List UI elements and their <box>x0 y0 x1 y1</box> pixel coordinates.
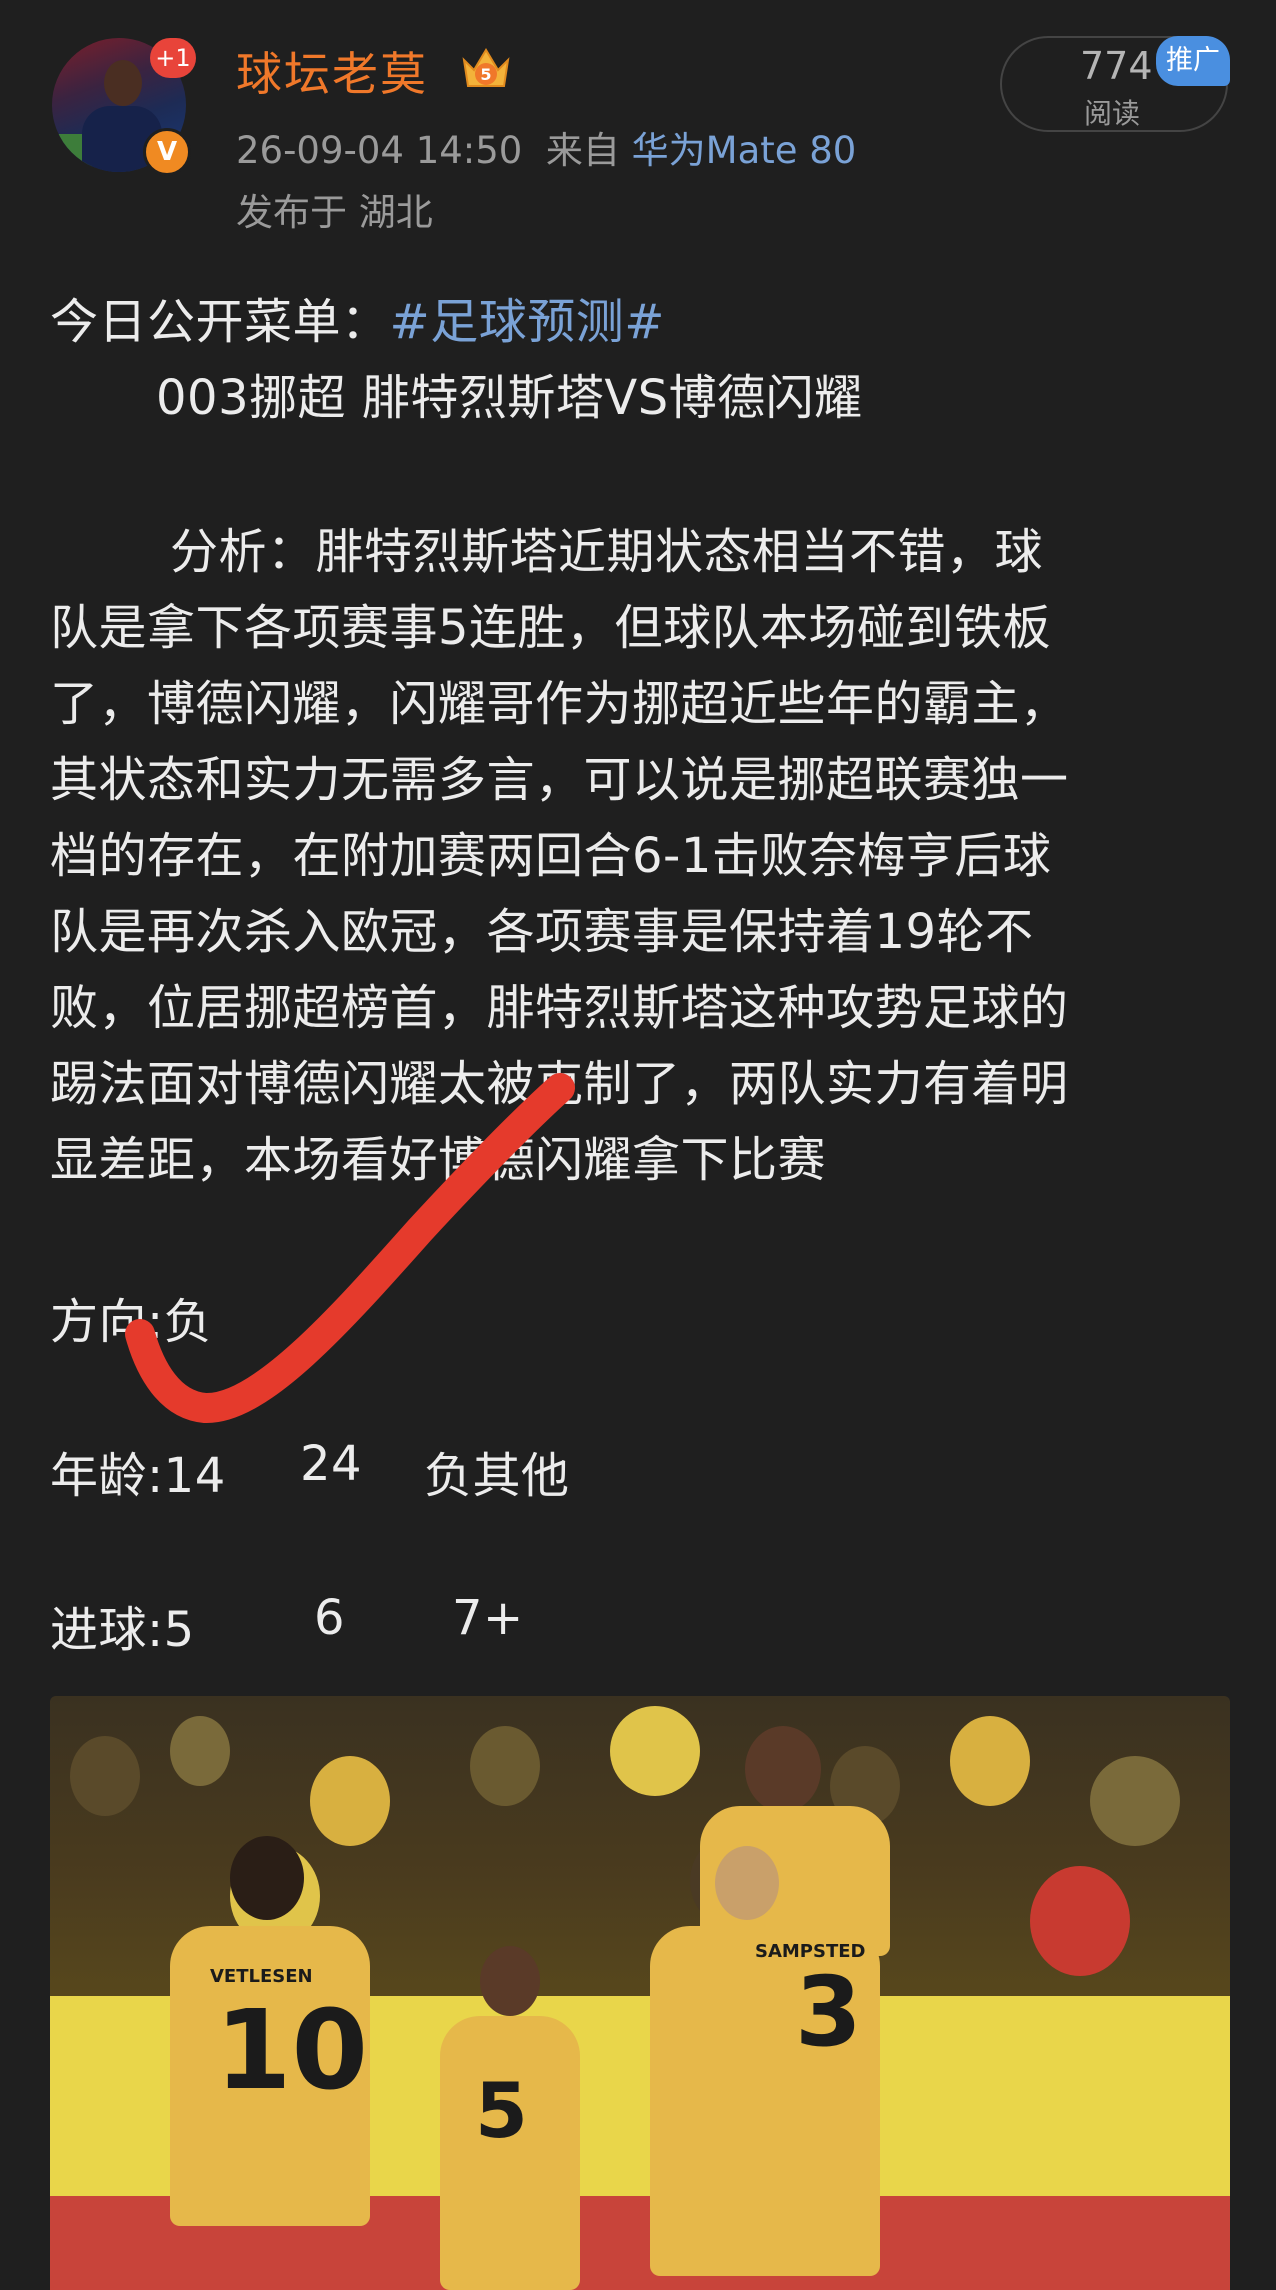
age-line: 年龄:14 <box>50 1448 226 1504</box>
goals-option: 7+ <box>452 1590 524 1646</box>
read-count: 774 <box>1080 44 1153 88</box>
analysis-line: 败，位居挪超榜首，腓特烈斯塔这种攻势足球的 <box>50 980 1069 1036</box>
jersey-number: 3 <box>795 1956 862 2068</box>
intro-line: 今日公开菜单：#足球预测# <box>50 282 665 352</box>
notification-badge: +1 <box>150 38 196 78</box>
jersey-number: 10 <box>215 1986 369 2114</box>
analysis-line: 档的存在，在附加赛两回合6-1击败奈梅亨后球 <box>50 828 1052 884</box>
verified-icon: V <box>143 128 191 176</box>
analysis-line: 了，博德闪耀，闪耀哥作为挪超近些年的霸主， <box>50 676 1069 732</box>
level-number: 5 <box>480 65 491 84</box>
jersey-number: 5 <box>475 2066 528 2155</box>
promote-button[interactable]: 推广 <box>1156 36 1230 86</box>
direction-line: 方向:负 <box>50 1294 213 1350</box>
post-image[interactable]: VETLESEN 10 5 SAMPSTED 3 <box>50 1696 1230 2290</box>
goals-option: 6 <box>314 1590 346 1646</box>
read-label: 阅读 <box>1084 97 1141 130</box>
analysis-line: 踢法面对博德闪耀太被克制了，两队实力有着明 <box>50 1056 1069 1112</box>
source-prefix: 来自 <box>545 129 620 172</box>
analysis-line: 队是拿下各项赛事5连胜，但球队本场碰到铁板 <box>50 600 1052 656</box>
analysis-line: 分析：腓特烈斯塔近期状态相当不错，球 <box>170 524 1044 580</box>
location: 发布于 湖北 <box>236 191 433 234</box>
post-meta: 26-09-04 14:50 来自 华为Mate 80 <box>236 120 856 174</box>
age-option: 负其他 <box>424 1448 570 1504</box>
analysis-line: 显差距，本场看好博德闪耀拿下比赛 <box>50 1132 827 1188</box>
hashtag-link[interactable]: #足球预测# <box>390 294 665 350</box>
age-option: 24 <box>300 1436 363 1492</box>
jersey-name: VETLESEN <box>210 1966 313 1987</box>
intro-prefix: 今日公开菜单： <box>50 294 390 350</box>
timestamp: 26-09-04 14:50 <box>236 129 523 172</box>
username[interactable]: 球坛老莫 <box>236 38 428 104</box>
device-link[interactable]: 华为Mate 80 <box>632 129 857 172</box>
match-line: 003挪超 腓特烈斯塔VS博德闪耀 <box>156 370 863 426</box>
analysis-line: 队是再次杀入欧冠，各项赛事是保持着19轮不 <box>50 904 1034 960</box>
analysis-line: 其状态和实力无需多言，可以说是挪超联赛独一 <box>50 752 1069 808</box>
crown-level-icon: 5 <box>458 40 514 96</box>
goals-line: 进球:5 <box>50 1602 195 1658</box>
